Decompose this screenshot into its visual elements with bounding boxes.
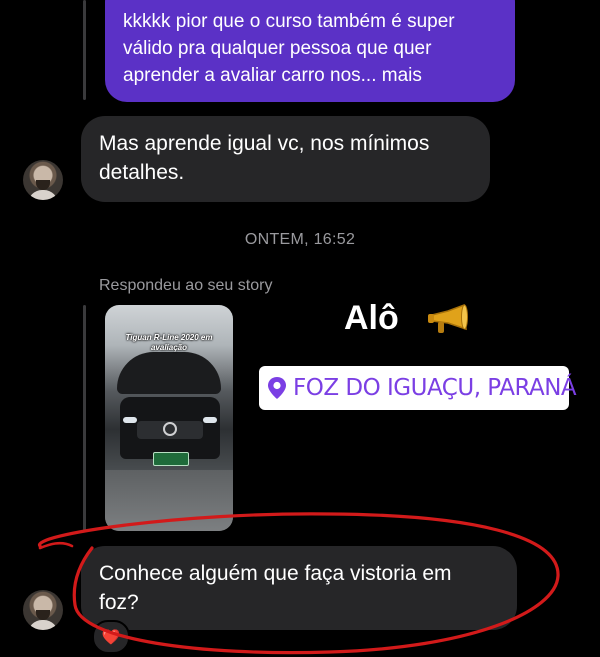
annotation-circle <box>38 512 560 655</box>
